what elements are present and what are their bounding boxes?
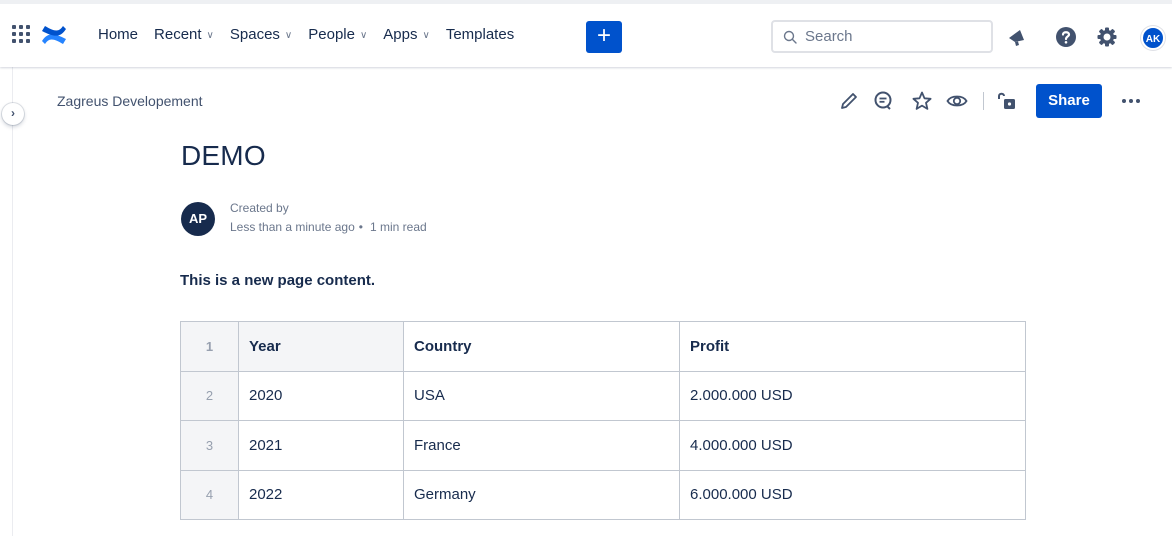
plus-icon: + (596, 22, 611, 49)
nav-people[interactable]: People ∨ (308, 26, 367, 43)
chevron-down-icon: ∨ (359, 29, 368, 41)
header-cell-country: Country (403, 321, 680, 372)
row-number-cell: 2 (180, 370, 239, 421)
read-time: 1 min read (369, 220, 427, 234)
comment-icon[interactable] (872, 90, 894, 112)
page-byline: Less than a minute ago • 1 min read (230, 220, 427, 234)
author-avatar[interactable]: AP (181, 202, 215, 236)
data-table: 1 Year Country Profit 2 2020 USA 2.000.0… (180, 321, 1026, 520)
user-avatar[interactable]: AK (1141, 26, 1165, 50)
page-content-paragraph: This is a new page content. (180, 272, 376, 289)
nav-recent[interactable]: Recent ∨ (154, 26, 214, 43)
search-input[interactable]: Search (771, 20, 993, 53)
nav-templates[interactable]: Templates (446, 26, 514, 43)
nav-home-label: Home (98, 26, 139, 43)
search-icon (783, 30, 797, 44)
star-icon[interactable] (911, 90, 933, 112)
sidebar-divider (12, 67, 13, 536)
user-initials: AK (1145, 34, 1161, 45)
table-cell: France (403, 420, 680, 471)
row-number-cell: 3 (180, 420, 239, 471)
nav-home[interactable]: Home (98, 26, 138, 43)
header-cell-profit: Profit (679, 321, 1026, 372)
unlock-icon[interactable] (996, 90, 1018, 112)
table-cell: USA (403, 370, 680, 421)
toolbar-divider (983, 92, 984, 110)
chevron-down-icon: ∨ (422, 29, 430, 41)
table-cell: 4.000.000 USD (679, 420, 1026, 471)
nav-apps-label: Apps (383, 26, 418, 43)
edit-pencil-icon[interactable] (838, 90, 860, 112)
create-button[interactable]: + (586, 21, 622, 53)
search-placeholder: Search (805, 28, 853, 45)
confluence-logo-icon[interactable] (39, 24, 69, 46)
help-icon[interactable] (1055, 26, 1077, 48)
app-switcher-icon[interactable] (11, 24, 31, 44)
main-nav: Home Recent ∨ Spaces ∨ People ∨ Apps ∨ T… (98, 26, 530, 43)
nav-spaces-label: Spaces (229, 26, 280, 43)
author-initials: AP (188, 211, 208, 226)
table-header-row: 1 Year Country Profit (180, 321, 1026, 372)
top-navigation-bar: Home Recent ∨ Spaces ∨ People ∨ Apps ∨ T… (0, 0, 1172, 67)
edited-time[interactable]: Less than a minute ago (230, 220, 355, 234)
nav-spaces[interactable]: Spaces ∨ (230, 26, 292, 43)
settings-gear-icon[interactable] (1096, 26, 1118, 48)
watch-eye-icon[interactable] (946, 90, 968, 112)
chevron-right-icon: › (11, 106, 15, 120)
table-cell: 2022 (238, 469, 404, 520)
table-row: 4 2022 Germany 6.000.000 USD (180, 469, 1026, 520)
expand-sidebar-button[interactable]: › (2, 103, 24, 125)
table-cell: Germany (403, 469, 680, 520)
nav-apps[interactable]: Apps ∨ (383, 26, 430, 43)
row-number-cell: 4 (180, 469, 239, 520)
created-by-label: Created by (230, 201, 289, 215)
table-cell: 2.000.000 USD (679, 370, 1026, 421)
table-cell: 6.000.000 USD (679, 469, 1026, 520)
table-row: 2 2020 USA 2.000.000 USD (180, 370, 1026, 421)
table-row: 3 2021 France 4.000.000 USD (180, 420, 1026, 471)
nav-people-label: People (308, 26, 355, 43)
notifications-megaphone-icon[interactable] (1006, 26, 1028, 48)
nav-recent-label: Recent (154, 26, 202, 43)
breadcrumb-space[interactable]: Zagreus Developement (57, 93, 203, 109)
table-cell: 2020 (238, 370, 404, 421)
chevron-down-icon: ∨ (284, 29, 293, 41)
row-number-cell: 1 (180, 321, 239, 372)
byline-separator: • (358, 220, 363, 234)
more-actions-icon[interactable] (1119, 90, 1143, 112)
nav-templates-label: Templates (445, 26, 515, 43)
table-cell: 2021 (238, 420, 404, 471)
page-title: DEMO (181, 140, 266, 171)
header-cell-year: Year (238, 321, 404, 372)
share-button[interactable]: Share (1036, 84, 1102, 118)
chevron-down-icon: ∨ (206, 29, 214, 41)
